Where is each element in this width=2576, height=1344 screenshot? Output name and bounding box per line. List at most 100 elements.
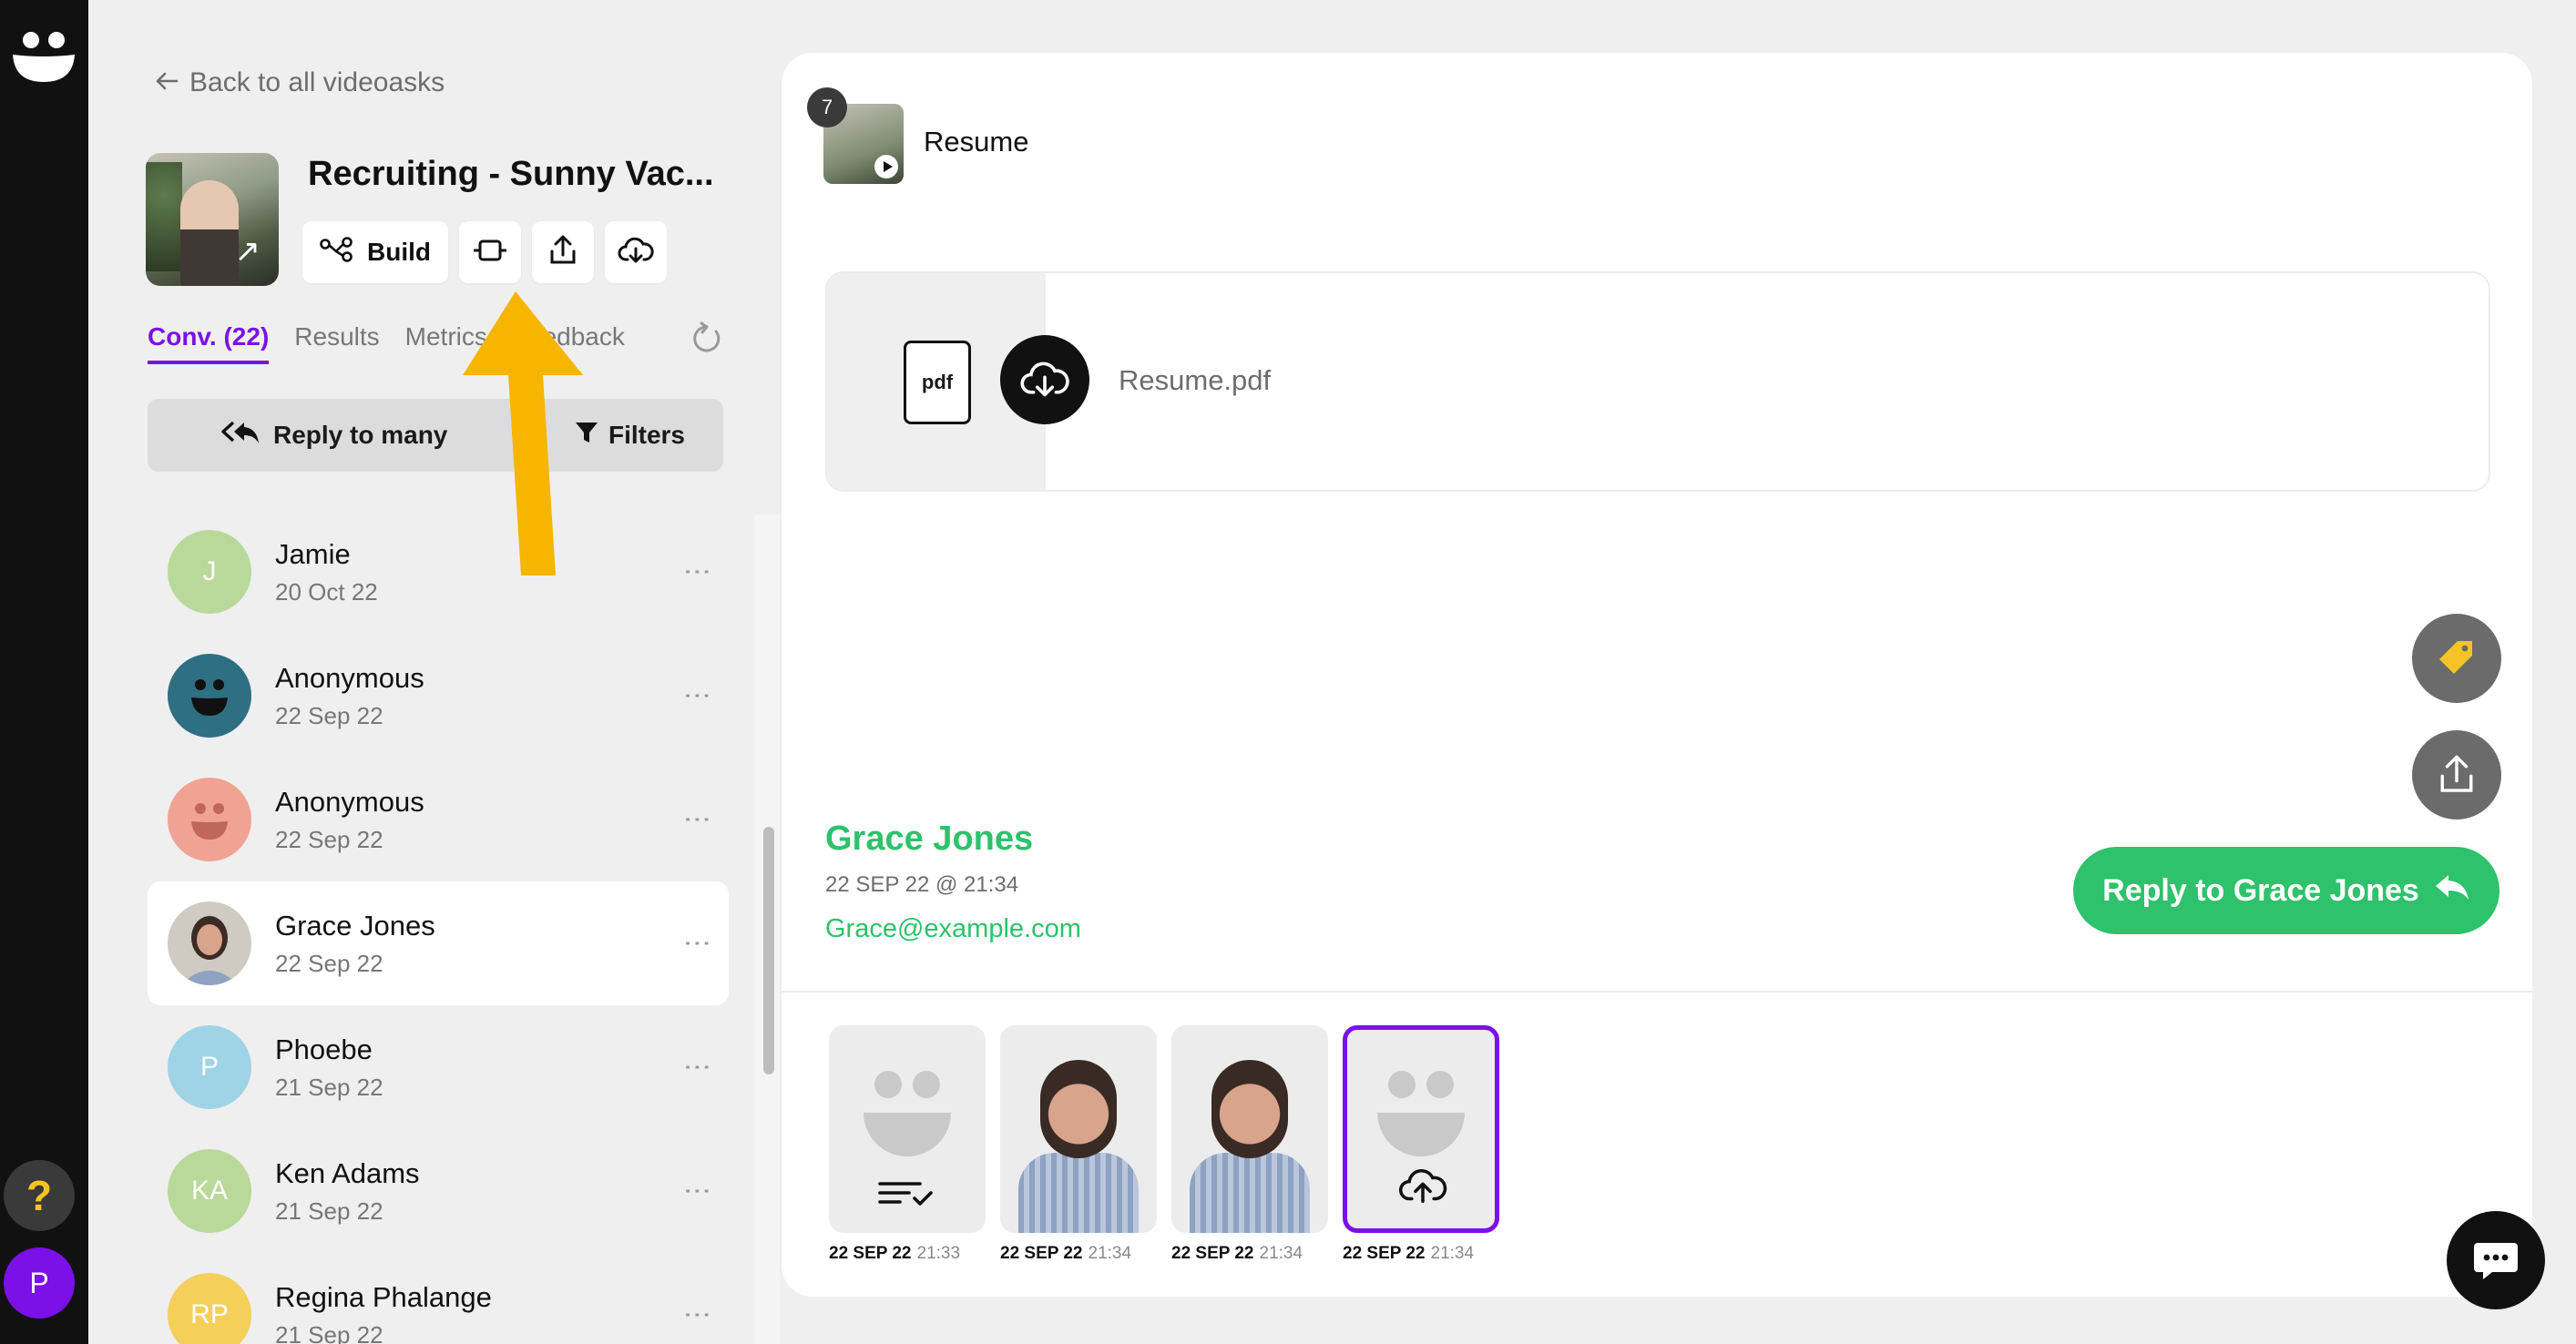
tab-results[interactable]: Results bbox=[294, 322, 379, 364]
text-response-card bbox=[829, 1025, 986, 1233]
conversation-item[interactable]: J Jamie 20 Oct 22 ⋮ bbox=[148, 510, 729, 634]
more-options-icon[interactable]: ⋮ bbox=[682, 1301, 712, 1329]
conversation-item[interactable]: Anonymous 22 Sep 22 ⋮ bbox=[148, 758, 729, 881]
anonymous-avatar-icon bbox=[168, 778, 251, 861]
conversation-name: Grace Jones bbox=[275, 909, 435, 942]
share-icon bbox=[2440, 755, 2473, 792]
scrollbar-thumb[interactable] bbox=[763, 827, 774, 1074]
reply-all-icon bbox=[220, 419, 261, 453]
app-rail: ? P bbox=[0, 0, 88, 1344]
conversation-item-selected[interactable]: Grace Jones 22 Sep 22 ⋮ bbox=[148, 881, 729, 1005]
connect-button[interactable] bbox=[459, 221, 521, 283]
share-response-button[interactable] bbox=[2412, 730, 2501, 820]
conversation-date: 21 Sep 22 bbox=[275, 1320, 383, 1344]
conversation-actions-bar: Reply to many Filters bbox=[148, 399, 723, 472]
flow-icon bbox=[320, 236, 354, 269]
conversation-date: 21 Sep 22 bbox=[275, 1196, 383, 1225]
filters-button[interactable]: Filters bbox=[574, 420, 685, 452]
respondent-name: Grace Jones bbox=[825, 820, 1034, 858]
back-link[interactable]: Back to all videoasks bbox=[155, 67, 445, 98]
reply-label: Reply to Grace Jones bbox=[2102, 872, 2419, 908]
conversation-item[interactable]: Anonymous 22 Sep 22 ⋮ bbox=[148, 634, 729, 758]
chat-icon bbox=[2474, 1243, 2518, 1279]
conversation-name: Ken Adams bbox=[275, 1156, 420, 1189]
reply-to-many-button[interactable]: Reply to many bbox=[220, 419, 447, 453]
step-thumbnail[interactable]: 22 SEP 22 21:34 bbox=[1000, 1025, 1157, 1264]
step-timestamp: 22 SEP 22 21:34 bbox=[1171, 1244, 1303, 1263]
annotation-arrow-icon bbox=[455, 291, 583, 583]
step-thumbnail[interactable]: 22 SEP 22 21:34 bbox=[1171, 1025, 1328, 1264]
cloud-download-icon bbox=[1020, 361, 1069, 397]
avatar: KA bbox=[168, 1149, 251, 1233]
help-glyph: ? bbox=[26, 1172, 53, 1219]
more-options-icon[interactable]: ⋮ bbox=[682, 930, 712, 957]
step-timestamp: 22 SEP 22 21:34 bbox=[1000, 1244, 1132, 1263]
arrow-left-icon bbox=[155, 67, 179, 98]
text-check-icon bbox=[878, 1180, 936, 1212]
conversation-date: 20 Oct 22 bbox=[275, 577, 378, 606]
share-button[interactable] bbox=[532, 221, 594, 283]
avatar: J bbox=[168, 530, 251, 614]
more-options-icon[interactable]: ⋮ bbox=[682, 1177, 712, 1205]
tab-conversations[interactable]: Conv. (22) bbox=[148, 322, 270, 364]
help-button[interactable]: ? bbox=[4, 1160, 75, 1231]
conversation-name: Anonymous bbox=[275, 661, 424, 694]
conversation-item[interactable]: KA Ken Adams 21 Sep 22 ⋮ bbox=[148, 1129, 729, 1253]
user-initial: P bbox=[29, 1266, 49, 1299]
more-options-icon[interactable]: ⋮ bbox=[682, 806, 712, 833]
file-download-button[interactable] bbox=[1000, 335, 1089, 424]
share-icon bbox=[548, 235, 578, 270]
cloud-download-icon bbox=[618, 236, 654, 270]
video-response-card bbox=[1000, 1025, 1157, 1233]
more-options-icon[interactable]: ⋮ bbox=[682, 558, 712, 585]
conversation-date: 22 Sep 22 bbox=[275, 825, 383, 853]
build-button[interactable]: Build bbox=[302, 221, 448, 283]
file-name[interactable]: Resume.pdf bbox=[1119, 364, 1271, 397]
videoask-thumbnail[interactable]: ↗ bbox=[146, 153, 279, 286]
respondent-datetime: 22 SEP 22 @ 21:34 bbox=[825, 872, 1019, 897]
step-thumbnail[interactable]: 22 SEP 22 21:33 bbox=[829, 1025, 986, 1264]
more-options-icon[interactable]: ⋮ bbox=[682, 1054, 712, 1081]
step-timestamp: 22 SEP 22 21:34 bbox=[1343, 1244, 1475, 1263]
filters-label: Filters bbox=[608, 421, 685, 449]
conversation-date: 22 Sep 22 bbox=[275, 949, 383, 977]
conversation-date: 21 Sep 22 bbox=[275, 1073, 383, 1101]
chat-support-button[interactable] bbox=[2447, 1211, 2545, 1309]
reply-icon bbox=[2434, 873, 2470, 909]
user-avatar-button[interactable]: P bbox=[4, 1247, 75, 1319]
more-options-icon[interactable]: ⋮ bbox=[682, 682, 712, 709]
respondent-email[interactable]: Grace@example.com bbox=[825, 914, 1081, 944]
reply-to-respondent-button[interactable]: Reply to Grace Jones bbox=[2073, 847, 2499, 934]
cloud-upload-icon bbox=[1398, 1166, 1447, 1211]
step-thumbnail-selected[interactable]: 22 SEP 22 21:34 bbox=[1343, 1025, 1499, 1264]
response-steps: 22 SEP 22 21:33 22 SEP 22 21:34 22 SEP 22 2… bbox=[829, 1025, 1499, 1264]
video-response-card bbox=[1171, 1025, 1328, 1233]
avatar: RP bbox=[168, 1273, 251, 1344]
step-timestamp: 22 SEP 22 21:33 bbox=[829, 1244, 961, 1263]
conversation-date: 22 Sep 22 bbox=[275, 701, 383, 729]
conversation-list: J Jamie 20 Oct 22 ⋮ Anonymous 22 Sep 22 … bbox=[148, 510, 729, 1344]
videoask-logo-icon[interactable] bbox=[11, 27, 77, 84]
reply-to-many-label: Reply to many bbox=[273, 421, 448, 449]
open-external-icon: ↗ bbox=[234, 234, 261, 269]
tag-icon bbox=[2439, 641, 2472, 674]
conversation-detail-panel: 7 Resume pdf Resume.pdf Grace Jones 22 S… bbox=[782, 53, 2532, 1297]
avatar bbox=[168, 901, 251, 985]
plug-icon bbox=[472, 238, 508, 268]
conversation-name: Phoebe bbox=[275, 1033, 373, 1065]
anonymous-avatar-icon bbox=[168, 654, 251, 738]
avatar: P bbox=[168, 1025, 251, 1109]
download-button[interactable] bbox=[605, 221, 667, 283]
conversation-name: Anonymous bbox=[275, 785, 424, 818]
tag-button[interactable] bbox=[2412, 614, 2501, 703]
back-label: Back to all videoasks bbox=[189, 67, 445, 97]
conversation-item[interactable]: P Phoebe 21 Sep 22 ⋮ bbox=[148, 1005, 729, 1129]
refresh-icon[interactable] bbox=[689, 321, 725, 357]
question-number-badge: 7 bbox=[807, 87, 847, 127]
build-label: Build bbox=[367, 238, 431, 266]
videoask-toolbar: Build bbox=[302, 221, 667, 283]
upload-response-card bbox=[1343, 1025, 1499, 1233]
file-attachment-card: pdf Resume.pdf bbox=[825, 271, 2490, 492]
videoask-title[interactable]: Recruiting - Sunny Vac... bbox=[308, 155, 714, 194]
conversation-item[interactable]: RP Regina Phalange 21 Sep 22 ⋮ bbox=[148, 1253, 729, 1344]
